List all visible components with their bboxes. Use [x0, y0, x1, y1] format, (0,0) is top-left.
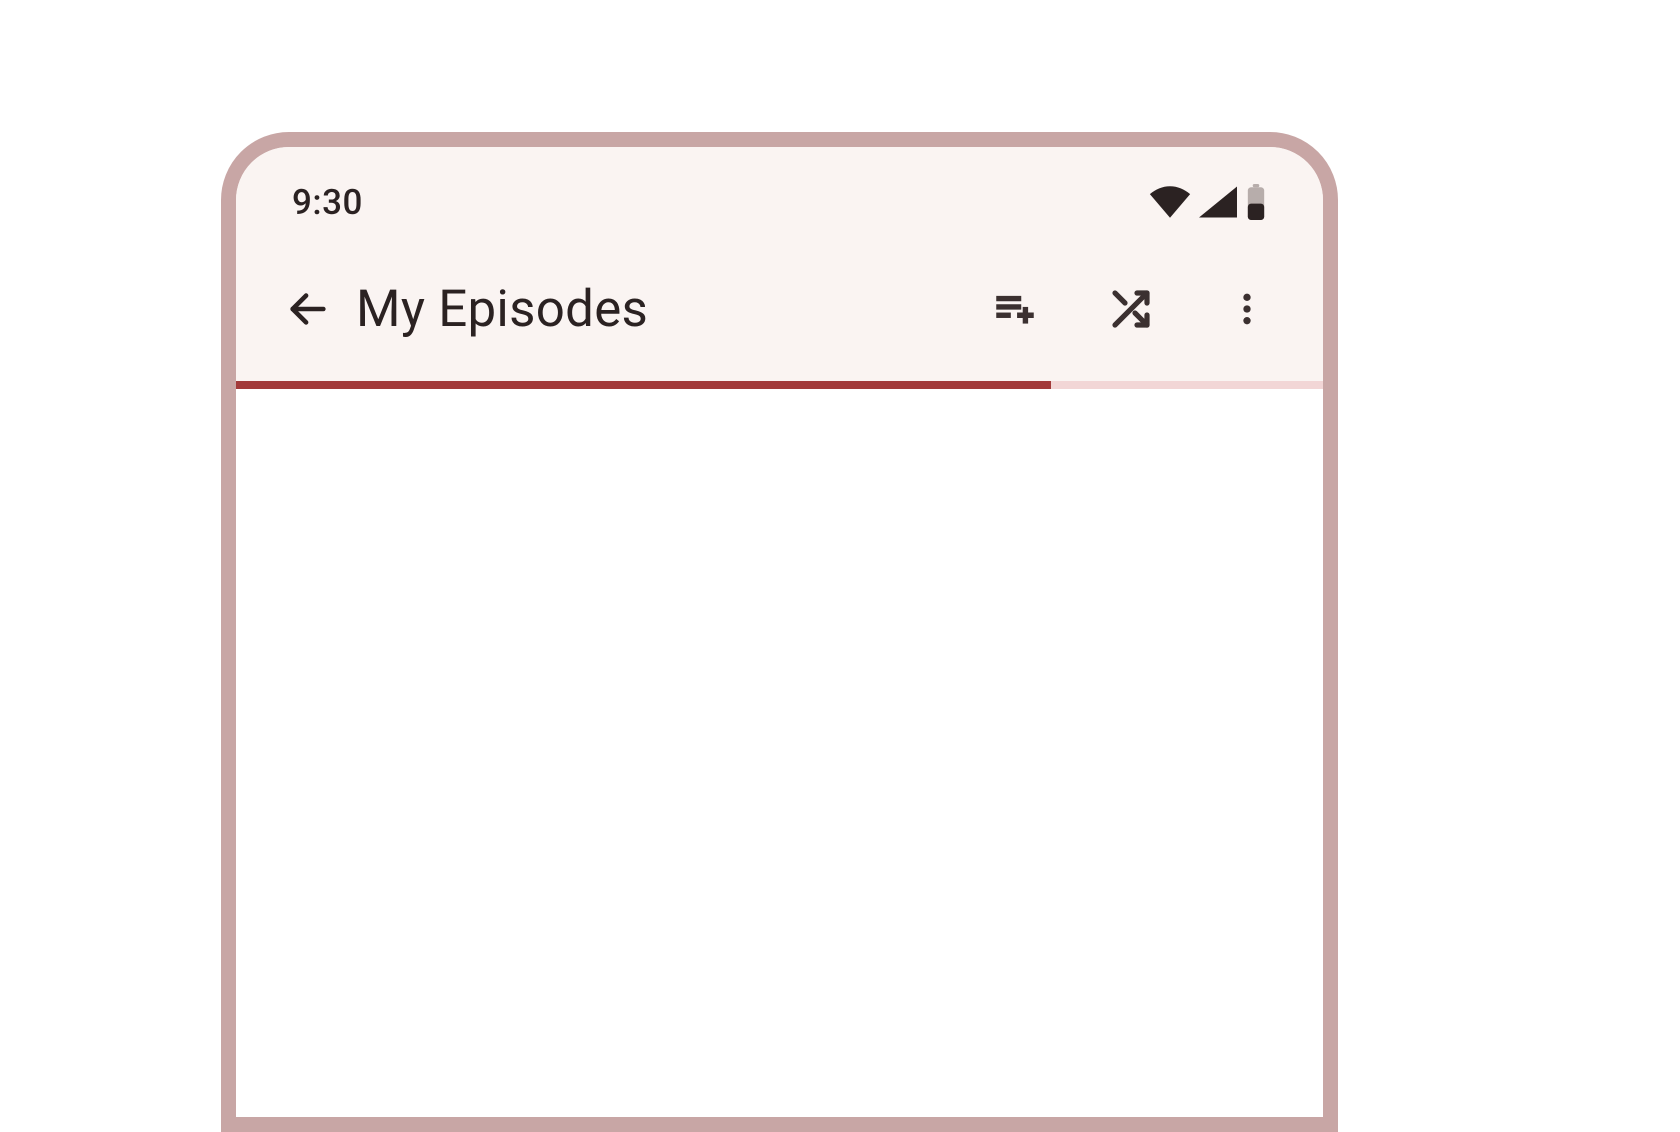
more-button[interactable] — [1211, 273, 1283, 345]
page-title: My Episodes — [356, 280, 979, 339]
arrow-back-icon — [285, 286, 331, 332]
progress-fill — [236, 381, 1051, 389]
status-bar: 9:30 — [236, 147, 1323, 257]
cellular-icon — [1199, 186, 1237, 218]
status-icons — [1149, 184, 1267, 220]
screen: 9:30 — [236, 147, 1323, 1117]
wifi-icon — [1149, 186, 1191, 218]
battery-icon — [1245, 184, 1267, 220]
progress-bar — [236, 381, 1323, 389]
playlist-add-icon — [990, 284, 1040, 334]
phone-frame: 9:30 — [221, 132, 1338, 1132]
content-area — [236, 389, 1323, 1132]
app-bar: My Episodes — [236, 257, 1323, 361]
shuffle-icon — [1107, 285, 1155, 333]
shuffle-button[interactable] — [1095, 273, 1167, 345]
app-bar-actions — [979, 273, 1283, 345]
playlist-add-button[interactable] — [979, 273, 1051, 345]
back-button[interactable] — [272, 273, 344, 345]
status-time: 9:30 — [292, 182, 363, 223]
more-vert-icon — [1227, 289, 1267, 329]
